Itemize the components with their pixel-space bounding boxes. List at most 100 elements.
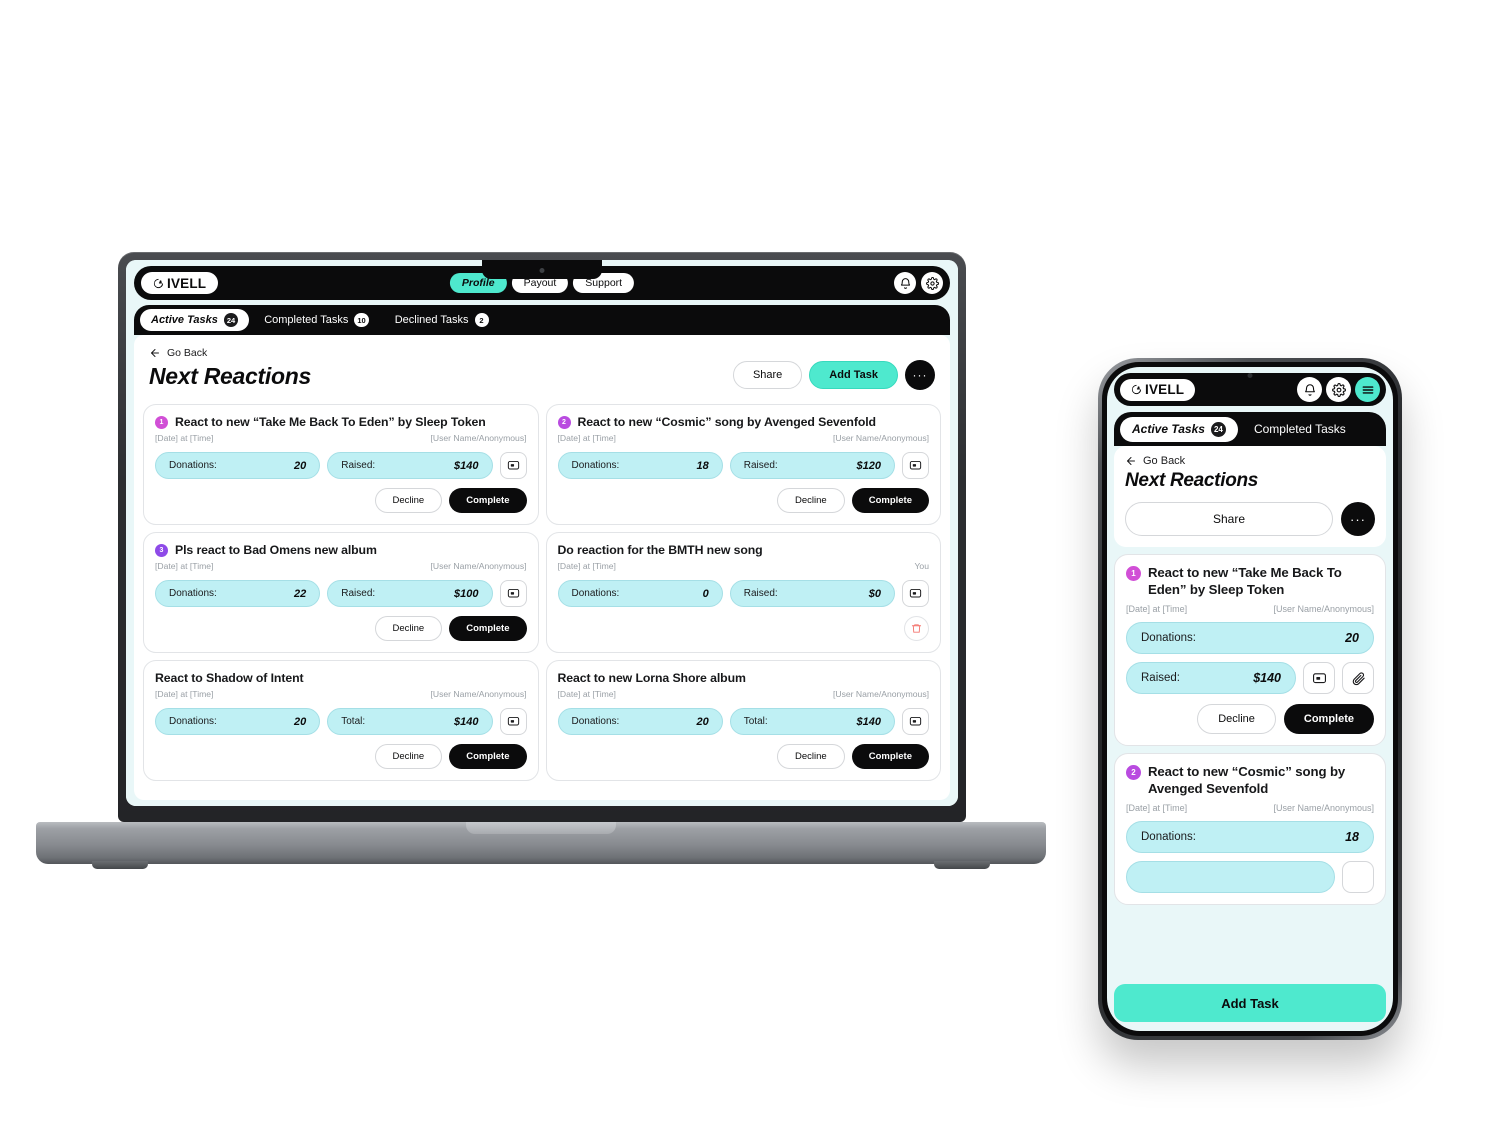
task-card[interactable]: 1 React to new “Take Me Back To Eden” by… — [143, 404, 539, 525]
task-card[interactable]: Do reaction for the BMTH new song [Date]… — [545, 532, 941, 653]
mobile-share-button[interactable]: Share — [1125, 502, 1333, 536]
decline-button[interactable]: Decline — [374, 616, 443, 641]
tab-active-tasks[interactable]: Active Tasks 24 — [140, 309, 250, 331]
mobile-menu-button[interactable] — [1355, 377, 1380, 402]
task-card[interactable]: 3 Pls react to Bad Omens new album [Date… — [143, 532, 539, 653]
mobile-task-title-row: 1 React to new “Take Me Back To Eden” by… — [1126, 565, 1374, 598]
total-pill: Total: $140 — [327, 708, 493, 735]
page-title: Next Reactions — [149, 363, 311, 389]
task-card-title-row: 1 React to new “Take Me Back To Eden” by… — [155, 415, 527, 429]
mobile-task-card[interactable]: 2 React to new “Cosmic” song by Avenged … — [1114, 753, 1386, 905]
mobile-complete-button[interactable]: Complete — [1283, 704, 1374, 734]
tab-completed-tasks[interactable]: Completed Tasks 10 — [253, 309, 380, 331]
mobile-raised-pill: Raised: $140 — [1126, 662, 1296, 694]
task-title: React to new “Take Me Back To Eden” by S… — [175, 415, 486, 429]
mobile-go-back-button[interactable]: Go Back — [1125, 455, 1375, 467]
total-value: $140 — [454, 715, 479, 728]
mobile-message-button-clipped[interactable] — [1342, 861, 1374, 893]
mobile-notification-bell-button[interactable] — [1297, 377, 1322, 402]
decline-button[interactable]: Decline — [777, 744, 845, 769]
more-options-button[interactable]: ··· — [905, 360, 935, 390]
mobile-task-card[interactable]: 1 React to new “Take Me Back To Eden” by… — [1114, 554, 1386, 746]
message-icon — [507, 460, 519, 470]
task-date: [Date] at [Time] — [557, 561, 616, 571]
mobile-task-number-badge: 2 — [1126, 765, 1141, 780]
decline-button[interactable]: Decline — [374, 744, 443, 769]
mobile-raised-row-clipped — [1126, 861, 1374, 893]
message-icon — [507, 716, 519, 726]
mobile-task-title: React to new “Take Me Back To Eden” by S… — [1148, 565, 1342, 597]
mobile-tab-completed-tasks[interactable]: Completed Tasks — [1242, 417, 1358, 442]
task-card[interactable]: 2 React to new “Cosmic” song by Avenged … — [545, 404, 941, 525]
raised-value: $100 — [454, 587, 479, 600]
settings-gear-button[interactable] — [921, 272, 943, 294]
message-button[interactable] — [499, 580, 527, 607]
task-card[interactable]: React to new Lorna Shore album [Date] at… — [545, 660, 941, 781]
mobile-message-button[interactable] — [1303, 662, 1335, 694]
task-metrics: Donations: 20 Total: $140 — [557, 708, 929, 735]
laptop-mockup: IVELL Profile Payout Support Active Task… — [36, 252, 1046, 869]
mobile-attachment-button[interactable] — [1342, 662, 1374, 694]
total-label: Total: — [743, 716, 768, 727]
delete-task-button[interactable] — [904, 616, 929, 641]
task-number-badge: 2 — [557, 415, 571, 429]
decline-button[interactable]: Decline — [374, 488, 443, 513]
notification-bell-button[interactable] — [894, 272, 916, 294]
mobile-decline-button[interactable]: Decline — [1197, 704, 1276, 734]
donations-label: Donations: — [169, 460, 217, 471]
mobile-brand-logo[interactable]: IVELL — [1120, 378, 1196, 401]
message-button[interactable] — [902, 580, 929, 607]
brand-logo[interactable]: IVELL — [141, 272, 219, 294]
complete-button[interactable]: Complete — [449, 488, 527, 513]
donations-pill: Donations: 18 — [557, 452, 723, 479]
donations-value: 20 — [696, 715, 709, 728]
mobile-more-options-button[interactable]: ··· — [1341, 502, 1375, 536]
mobile-settings-gear-button[interactable] — [1326, 377, 1351, 402]
go-back-button[interactable]: Go Back — [149, 347, 311, 359]
mobile-task-date: [Date] at [Time] — [1126, 803, 1188, 813]
desktop-panel: Go Back Next Reactions Share Add Task ··… — [134, 335, 950, 800]
task-user: [User Name/Anonymous] — [430, 689, 527, 699]
tab-declined-tasks[interactable]: Declined Tasks 2 — [384, 309, 500, 331]
message-button[interactable] — [499, 708, 527, 735]
mobile-add-task-button[interactable]: Add Task — [1114, 984, 1386, 1022]
donations-label: Donations: — [169, 588, 217, 599]
task-actions: Decline Complete — [558, 479, 929, 513]
tab-completed-tasks-label: Completed Tasks — [264, 314, 349, 326]
raised-label: Raised: — [743, 588, 778, 599]
mobile-donations-pill: Donations: 18 — [1126, 821, 1374, 853]
complete-button[interactable]: Complete — [851, 488, 929, 513]
mobile-tab-active-tasks[interactable]: Active Tasks 24 — [1120, 416, 1238, 442]
decline-button[interactable]: Decline — [777, 488, 845, 513]
desktop-tabs: Active Tasks 24 Completed Tasks 10 Decli… — [134, 305, 950, 335]
add-task-button[interactable]: Add Task — [809, 361, 898, 389]
phone-camera-dot — [1247, 373, 1253, 378]
complete-button[interactable]: Complete — [449, 616, 527, 641]
tab-active-tasks-label: Active Tasks — [151, 314, 218, 326]
message-button[interactable] — [499, 452, 527, 479]
message-button[interactable] — [902, 708, 929, 735]
task-date: [Date] at [Time] — [557, 433, 616, 443]
raised-label: Raised: — [341, 588, 376, 599]
task-user: You — [914, 561, 929, 571]
task-card-grid: 1 React to new “Take Me Back To Eden” by… — [143, 404, 941, 781]
mobile-tab-completed-tasks-label: Completed Tasks — [1253, 422, 1346, 436]
message-button[interactable] — [902, 452, 929, 479]
raised-value: $120 — [856, 459, 881, 472]
task-user: [User Name/Anonymous] — [430, 561, 527, 571]
share-button[interactable]: Share — [732, 361, 803, 389]
message-icon — [909, 460, 922, 470]
donations-label: Donations: — [571, 716, 620, 727]
raised-pill: Raised: $0 — [729, 580, 895, 607]
gear-icon — [1331, 382, 1346, 397]
task-card[interactable]: React to Shadow of Intent [Date] at [Tim… — [143, 660, 539, 781]
complete-button[interactable]: Complete — [449, 744, 527, 769]
task-card-title-row: React to Shadow of Intent — [155, 671, 527, 685]
total-value: $140 — [856, 715, 881, 728]
donations-value: 22 — [294, 587, 307, 600]
mobile-page-header: Go Back Next Reactions Share ··· — [1114, 446, 1386, 547]
desktop-app: IVELL Profile Payout Support Active Task… — [126, 260, 958, 806]
arrow-left-icon — [1127, 457, 1135, 465]
complete-button[interactable]: Complete — [851, 744, 929, 769]
mobile-tabs: Active Tasks 24 Completed Tasks — [1114, 412, 1386, 446]
